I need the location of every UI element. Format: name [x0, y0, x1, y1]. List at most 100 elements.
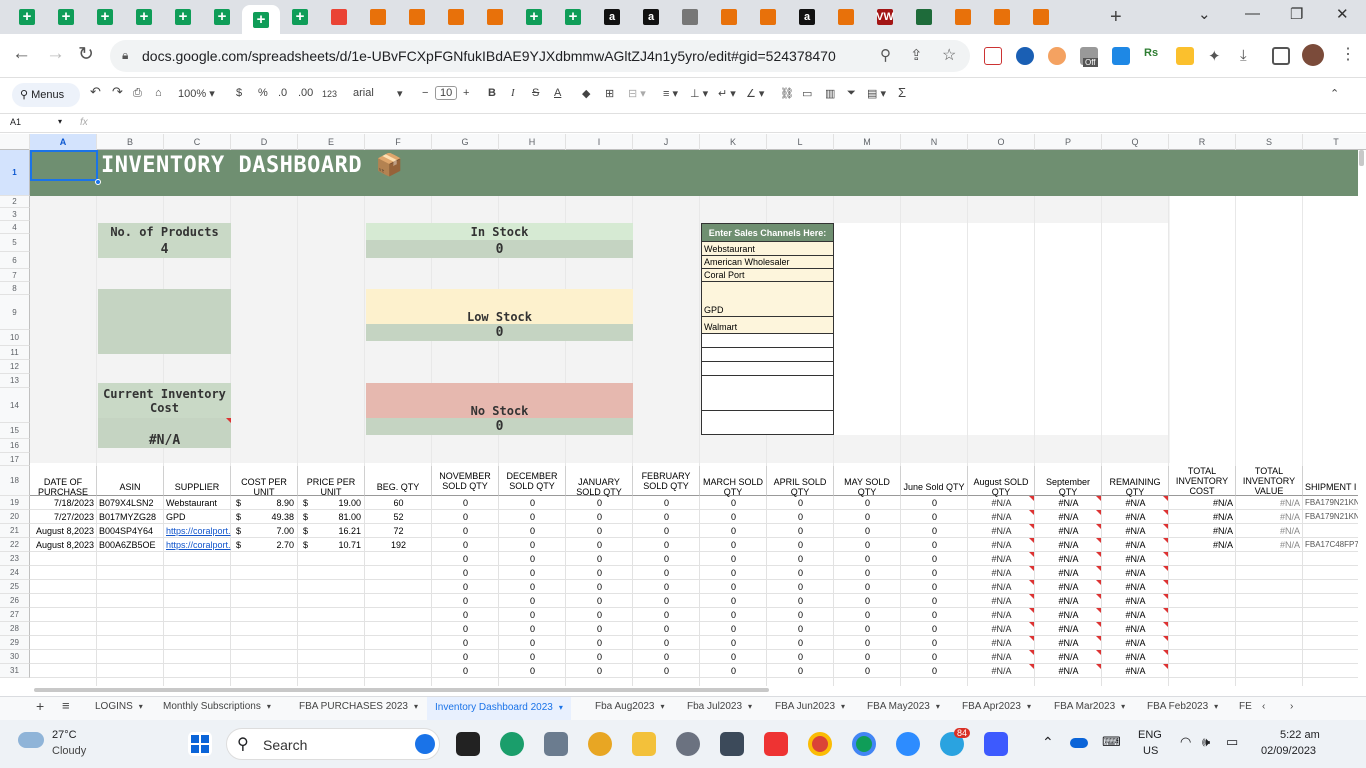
purchase-date-cell[interactable]: August 8,2023 [30, 538, 97, 552]
zoom-select[interactable]: 100% ▾ [178, 87, 215, 100]
total-value-cell[interactable]: #N/A [1236, 538, 1303, 552]
sold-qty-cell[interactable]: 0 [767, 552, 834, 566]
redo-icon[interactable]: ↷ [112, 84, 123, 100]
browser-tab[interactable]: a [599, 5, 625, 29]
row-header-31[interactable]: 31 [0, 664, 30, 678]
reload-icon[interactable]: ↻ [78, 43, 94, 66]
sheet-tab[interactable]: FBA Feb2023 ▾ [1147, 701, 1218, 712]
add-sheet-button[interactable]: + [36, 698, 44, 714]
sold-qty-cell[interactable]: 0 [633, 594, 700, 608]
sold-qty-cell[interactable]: 0 [901, 608, 968, 622]
print-icon[interactable]: ⎙ [133, 87, 142, 100]
sold-qty-cell[interactable]: 0 [633, 510, 700, 524]
sold-qty-cell[interactable]: 0 [499, 524, 566, 538]
browser-tab[interactable] [53, 5, 79, 29]
minimize-button[interactable]: — [1245, 5, 1260, 22]
purchase-date-cell[interactable]: August 8,2023 [30, 524, 97, 538]
sold-qty-cell[interactable]: 0 [566, 636, 633, 650]
puzzle-icon[interactable]: ✦ [1208, 47, 1226, 65]
sold-qty-cell[interactable]: 0 [700, 524, 767, 538]
qty-formula-cell[interactable]: #N/A [1035, 510, 1102, 524]
sold-qty-cell[interactable]: 0 [633, 580, 700, 594]
file-explorer-icon[interactable] [632, 732, 656, 756]
decrease-decimal-button[interactable]: .0 [278, 87, 287, 99]
sold-qty-cell[interactable]: 0 [901, 594, 968, 608]
qty-formula-cell[interactable]: #N/A [1102, 622, 1169, 636]
channel-item[interactable]: GPD [701, 282, 834, 317]
qty-formula-cell[interactable]: #N/A [968, 650, 1035, 664]
qty-formula-cell[interactable]: #N/A [1035, 538, 1102, 552]
row-header-23[interactable]: 23 [0, 552, 30, 566]
qty-formula-cell[interactable]: #N/A [968, 664, 1035, 678]
name-box[interactable]: A1 [10, 117, 21, 127]
sold-qty-cell[interactable]: 0 [834, 622, 901, 636]
sold-qty-cell[interactable]: 0 [633, 622, 700, 636]
fill-handle[interactable] [95, 179, 101, 185]
sold-qty-cell[interactable]: 0 [901, 650, 968, 664]
sold-qty-cell[interactable]: 0 [700, 664, 767, 678]
sold-qty-cell[interactable]: 0 [432, 650, 499, 664]
supplier-cell[interactable]: GPD [164, 510, 231, 524]
sold-qty-cell[interactable]: 0 [566, 664, 633, 678]
currency-button[interactable]: $ [236, 87, 242, 99]
restore-button[interactable]: ❐ [1290, 5, 1303, 23]
sold-qty-cell[interactable]: 0 [901, 664, 968, 678]
sold-qty-cell[interactable]: 0 [834, 594, 901, 608]
browser-menu-icon[interactable]: ⋮ [1340, 44, 1356, 64]
sold-qty-cell[interactable]: 0 [432, 538, 499, 552]
volume-icon[interactable]: 🕪︎ [1202, 734, 1210, 750]
start-icon[interactable] [188, 732, 212, 756]
browser-tab[interactable]: VW [872, 5, 898, 29]
qty-formula-cell[interactable]: #N/A [1035, 552, 1102, 566]
row-header-1[interactable]: 1 [0, 150, 30, 196]
sold-qty-cell[interactable]: 0 [633, 608, 700, 622]
browser-tab[interactable] [911, 5, 937, 29]
sheet-tab[interactable]: Fba Aug2023 ▾ [595, 701, 665, 712]
undo-icon[interactable]: ↶ [90, 84, 101, 100]
column-header-t[interactable]: T [1303, 134, 1366, 150]
valign-icon[interactable]: ⊥ ▾ [690, 87, 708, 100]
wps-icon[interactable] [764, 732, 788, 756]
qty-formula-cell[interactable]: #N/A [968, 510, 1035, 524]
chrome-icon[interactable] [852, 732, 876, 756]
extension-icon[interactable] [1176, 47, 1194, 65]
sold-qty-cell[interactable]: 0 [499, 580, 566, 594]
back-icon[interactable]: ← [12, 43, 31, 65]
bold-button[interactable]: B [488, 87, 496, 99]
sidepanel-icon[interactable] [1272, 47, 1290, 65]
browser-tab[interactable] [755, 5, 781, 29]
sold-qty-cell[interactable]: 0 [633, 636, 700, 650]
sold-qty-cell[interactable]: 0 [834, 580, 901, 594]
sold-qty-cell[interactable]: 0 [566, 650, 633, 664]
purchase-date-cell[interactable]: 7/18/2023 [30, 496, 97, 510]
channel-item[interactable] [701, 376, 834, 411]
language-top[interactable]: ENG [1138, 729, 1162, 741]
price-per-unit-cell[interactable]: 81.00 [298, 510, 365, 524]
column-header-c[interactable]: C [164, 134, 231, 150]
browser-tab[interactable] [131, 5, 157, 29]
sold-qty-cell[interactable]: 0 [767, 608, 834, 622]
qty-formula-cell[interactable]: #N/A [1102, 496, 1169, 510]
qty-formula-cell[interactable]: #N/A [1102, 650, 1169, 664]
row-header-13[interactable]: 13 [0, 374, 30, 388]
qty-formula-cell[interactable]: #N/A [968, 608, 1035, 622]
increase-decimal-button[interactable]: .00 [298, 87, 313, 99]
font-size-input[interactable]: 10 [435, 86, 458, 100]
sold-qty-cell[interactable]: 0 [834, 496, 901, 510]
sold-qty-cell[interactable]: 0 [700, 566, 767, 580]
sold-qty-cell[interactable]: 0 [499, 608, 566, 622]
qty-formula-cell[interactable]: #N/A [968, 622, 1035, 636]
browser-tab[interactable] [404, 5, 430, 29]
total-cost-cell[interactable]: #N/A [1169, 524, 1236, 538]
row-header-24[interactable]: 24 [0, 566, 30, 580]
comment-icon[interactable]: ▭ [802, 87, 812, 100]
sold-qty-cell[interactable]: 0 [834, 650, 901, 664]
borders-icon[interactable]: ⊞ [605, 87, 614, 100]
qty-formula-cell[interactable]: #N/A [968, 552, 1035, 566]
sold-qty-cell[interactable]: 0 [499, 566, 566, 580]
vertical-scrollbar[interactable] [1359, 150, 1364, 166]
channel-item[interactable] [701, 362, 834, 376]
sold-qty-cell[interactable]: 0 [499, 552, 566, 566]
row-header-29[interactable]: 29 [0, 636, 30, 650]
shipment-id-cell[interactable] [1303, 524, 1358, 538]
